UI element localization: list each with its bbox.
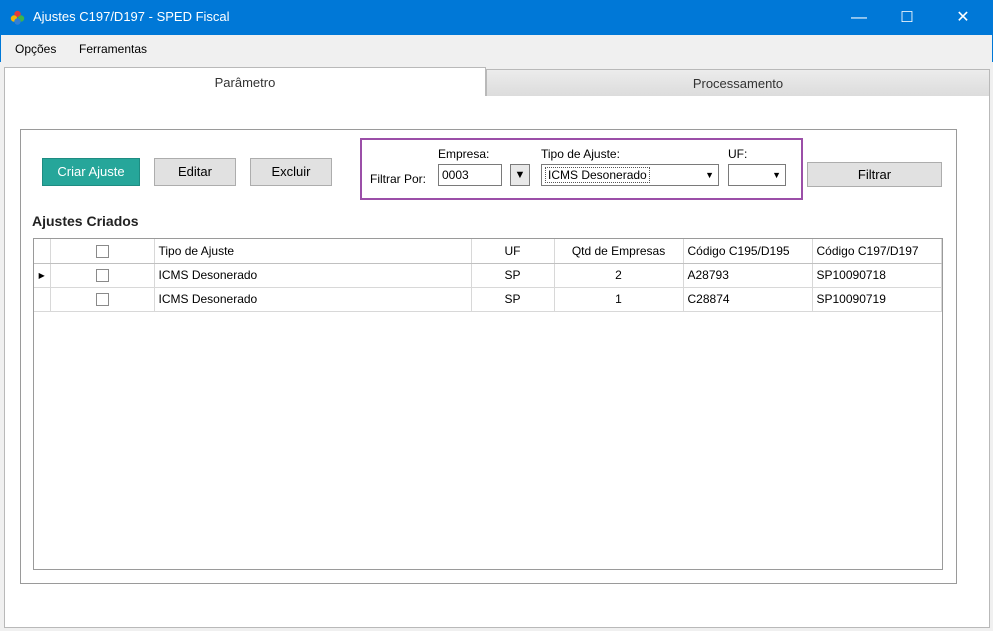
menu-bar: Opções Ferramentas: [0, 35, 993, 62]
table-header: Tipo de Ajuste UF Qtd de Empresas Código…: [34, 239, 942, 264]
cell-qtd[interactable]: 1: [554, 287, 684, 312]
tipo-ajuste-label: Tipo de Ajuste:: [541, 147, 620, 161]
row-checkbox[interactable]: [50, 287, 155, 312]
empresa-input[interactable]: 0003: [438, 164, 502, 186]
tab-parametro[interactable]: Parâmetro: [4, 67, 486, 98]
cell-c195[interactable]: C28874: [683, 287, 813, 312]
col-codigo-c197[interactable]: Código C197/D197: [812, 239, 942, 264]
tab-strip: Parâmetro Processamento: [4, 67, 990, 98]
col-uf[interactable]: UF: [471, 239, 555, 264]
ajustes-table: Tipo de Ajuste UF Qtd de Empresas Código…: [34, 239, 942, 312]
chevron-down-icon: ▼: [772, 170, 781, 180]
cell-tipo[interactable]: ICMS Desonerado: [154, 287, 472, 312]
chevron-down-icon: ▼: [705, 170, 714, 180]
table-row[interactable]: ICMS Desonerado SP 1 C28874 SP10090719: [34, 287, 942, 312]
title-bar: Ajustes C197/D197 - SPED Fiscal — ☐ ✕: [0, 0, 993, 35]
cell-c197[interactable]: SP10090719: [812, 287, 942, 312]
maximize-button[interactable]: ☐: [884, 0, 930, 35]
checkbox-icon: [95, 244, 109, 258]
window-title: Ajustes C197/D197 - SPED Fiscal: [33, 9, 230, 24]
col-codigo-c195[interactable]: Código C195/D195: [683, 239, 813, 264]
checkbox-icon: [95, 269, 109, 283]
table-row[interactable]: ▶ ICMS Desonerado SP 2 A28793 SP10090718: [34, 263, 942, 288]
tipo-ajuste-select[interactable]: ICMS Desonerado ▼: [541, 164, 719, 186]
select-all-checkbox[interactable]: [50, 239, 155, 264]
cell-tipo[interactable]: ICMS Desonerado: [154, 263, 472, 288]
cell-c197[interactable]: SP10090718: [812, 263, 942, 288]
excluir-button[interactable]: Excluir: [250, 158, 332, 186]
empresa-dropdown-icon[interactable]: ▼: [510, 164, 530, 186]
criar-ajuste-button[interactable]: Criar Ajuste: [42, 158, 140, 186]
filter-group: Filtrar Por: Empresa: 0003 ▼ Tipo de Aju…: [360, 138, 803, 200]
uf-label: UF:: [728, 147, 748, 161]
uf-select[interactable]: ▼: [728, 164, 786, 186]
main-panel: Criar Ajuste Editar Excluir Filtrar Por:…: [20, 129, 957, 584]
checkbox-icon: [95, 293, 109, 307]
tab-content: Criar Ajuste Editar Excluir Filtrar Por:…: [4, 96, 990, 628]
col-qtd-empresas[interactable]: Qtd de Empresas: [554, 239, 684, 264]
minimize-button[interactable]: —: [836, 0, 882, 35]
menu-opcoes[interactable]: Opções: [15, 42, 56, 56]
cell-c195[interactable]: A28793: [683, 263, 813, 288]
close-button[interactable]: ✕: [940, 0, 986, 35]
empresa-label: Empresa:: [438, 147, 490, 161]
section-title: Ajustes Criados: [32, 213, 139, 229]
filtrar-button[interactable]: Filtrar: [807, 162, 942, 187]
cell-qtd[interactable]: 2: [554, 263, 684, 288]
row-indicator-header: [34, 239, 51, 264]
app-logo-icon: [10, 10, 25, 25]
row-indicator: [34, 287, 51, 312]
cell-uf[interactable]: SP: [471, 287, 555, 312]
editar-button[interactable]: Editar: [154, 158, 236, 186]
menu-ferramentas[interactable]: Ferramentas: [79, 42, 147, 56]
tab-processamento[interactable]: Processamento: [486, 69, 990, 97]
col-tipo-ajuste[interactable]: Tipo de Ajuste: [154, 239, 472, 264]
current-row-indicator-icon: ▶: [34, 263, 51, 288]
row-checkbox[interactable]: [50, 263, 155, 288]
tipo-ajuste-value: ICMS Desonerado: [545, 167, 650, 183]
cell-uf[interactable]: SP: [471, 263, 555, 288]
filtrar-por-label: Filtrar Por:: [370, 172, 427, 186]
ajustes-grid: Tipo de Ajuste UF Qtd de Empresas Código…: [33, 238, 943, 570]
